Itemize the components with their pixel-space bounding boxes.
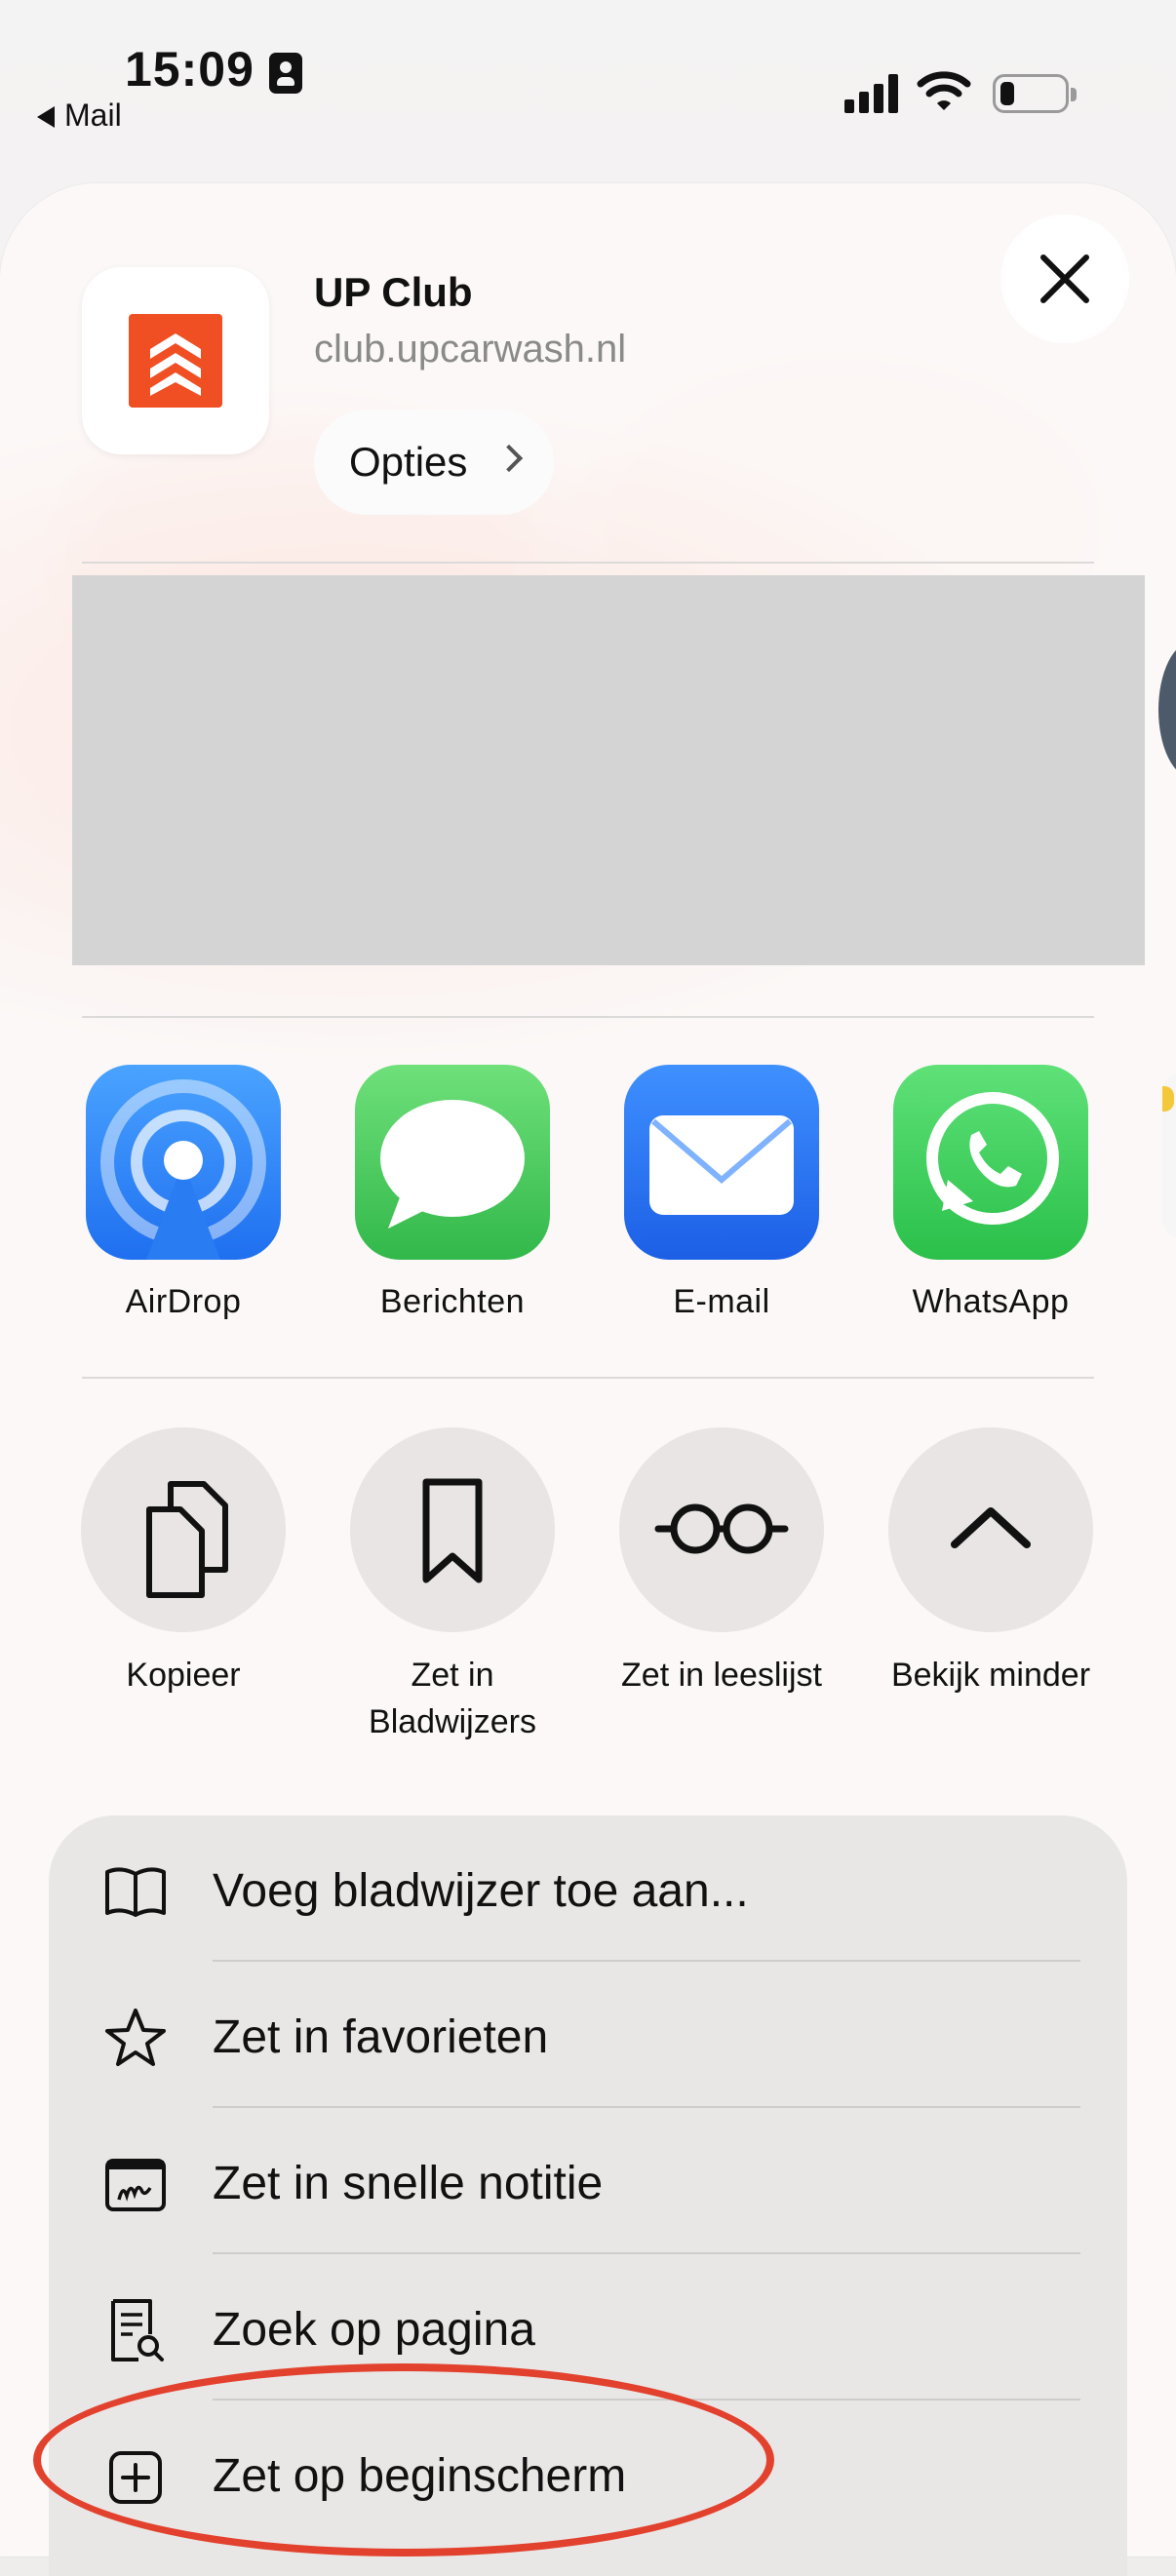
share-app-partial[interactable] bbox=[1162, 1073, 1176, 1238]
id-card-icon bbox=[269, 53, 302, 94]
share-app-whatsapp[interactable]: WhatsApp bbox=[883, 1065, 1098, 1321]
share-app-label: E-mail bbox=[673, 1283, 770, 1320]
share-app-label: AirDrop bbox=[125, 1283, 242, 1320]
action-label: Zet in leeslijst bbox=[621, 1657, 822, 1694]
divider bbox=[82, 562, 1094, 564]
battery-icon bbox=[993, 74, 1077, 113]
close-button[interactable] bbox=[1000, 215, 1129, 343]
list-item-label: Voeg bladwijzer toe aan... bbox=[213, 1865, 749, 1917]
share-app-mail[interactable]: E-mail bbox=[614, 1065, 829, 1321]
back-triangle-icon bbox=[37, 106, 55, 128]
page-preview bbox=[72, 575, 1145, 965]
list-item-label: Zet in favorieten bbox=[213, 2011, 549, 2063]
action-reading-list[interactable]: Zet in leeslijst bbox=[608, 1427, 835, 1698]
share-app-label: Berichten bbox=[379, 1283, 526, 1320]
cellular-signal-icon bbox=[844, 74, 901, 113]
bookmark-icon bbox=[350, 1427, 555, 1632]
find-on-page-icon bbox=[111, 2299, 164, 2361]
status-bar: 15:09 Mail bbox=[0, 0, 1176, 166]
list-item-label: Zoek op pagina bbox=[213, 2304, 535, 2356]
action-list: Voeg bladwijzer toe aan... Zet in favori… bbox=[49, 1815, 1127, 2576]
back-to-app-button[interactable]: Mail bbox=[37, 98, 122, 134]
action-label: Zet in Bladwijzers bbox=[369, 1657, 536, 1740]
status-time: 15:09 bbox=[125, 42, 255, 97]
back-app-label: Mail bbox=[64, 98, 122, 133]
action-label: Bekijk minder bbox=[890, 1657, 1091, 1694]
action-copy[interactable]: Kopieer bbox=[70, 1427, 296, 1698]
chevron-right-icon bbox=[494, 444, 524, 473]
options-button[interactable]: Opties bbox=[314, 410, 554, 515]
close-icon bbox=[1040, 254, 1089, 303]
share-app-messages[interactable]: Berichten bbox=[345, 1065, 560, 1321]
quick-note-icon bbox=[105, 2159, 166, 2211]
chevron-up-icon bbox=[888, 1427, 1093, 1632]
up-logo-icon bbox=[129, 314, 222, 408]
divider bbox=[82, 1377, 1094, 1379]
divider bbox=[82, 1016, 1094, 1018]
mail-icon bbox=[624, 1065, 819, 1260]
list-item-add-to-home-screen[interactable]: Zet op beginscherm bbox=[49, 2400, 1127, 2547]
whatsapp-icon bbox=[893, 1065, 1088, 1260]
reading-glasses-icon bbox=[619, 1427, 824, 1632]
list-item-find-on-page[interactable]: Zoek op pagina bbox=[49, 2254, 1127, 2400]
site-title: UP Club bbox=[314, 269, 473, 315]
site-url: club.upcarwash.nl bbox=[314, 328, 627, 371]
options-label: Opties bbox=[349, 439, 468, 485]
add-square-icon bbox=[109, 2451, 162, 2504]
share-app-label: WhatsApp bbox=[912, 1283, 1070, 1320]
list-item-add-bookmark[interactable]: Voeg bladwijzer toe aan... bbox=[49, 1815, 1127, 1962]
site-app-icon bbox=[82, 267, 269, 454]
list-item-label: Zet in snelle notitie bbox=[213, 2158, 604, 2209]
action-label: Kopieer bbox=[126, 1657, 241, 1694]
book-icon bbox=[105, 1867, 166, 1917]
list-item-favorites[interactable]: Zet in favorieten bbox=[49, 1962, 1127, 2108]
star-icon bbox=[105, 2009, 166, 2066]
action-show-less[interactable]: Bekijk minder bbox=[878, 1427, 1104, 1698]
list-item-label: Zet op beginscherm bbox=[213, 2450, 627, 2502]
action-bookmark[interactable]: Zet in Bladwijzers bbox=[339, 1427, 566, 1745]
list-item-quick-note[interactable]: Zet in snelle notitie bbox=[49, 2108, 1127, 2254]
wifi-icon bbox=[917, 71, 971, 110]
share-app-airdrop[interactable]: AirDrop bbox=[76, 1065, 291, 1321]
copy-icon bbox=[81, 1427, 286, 1632]
messages-icon bbox=[355, 1065, 550, 1260]
airdrop-icon bbox=[86, 1065, 281, 1260]
